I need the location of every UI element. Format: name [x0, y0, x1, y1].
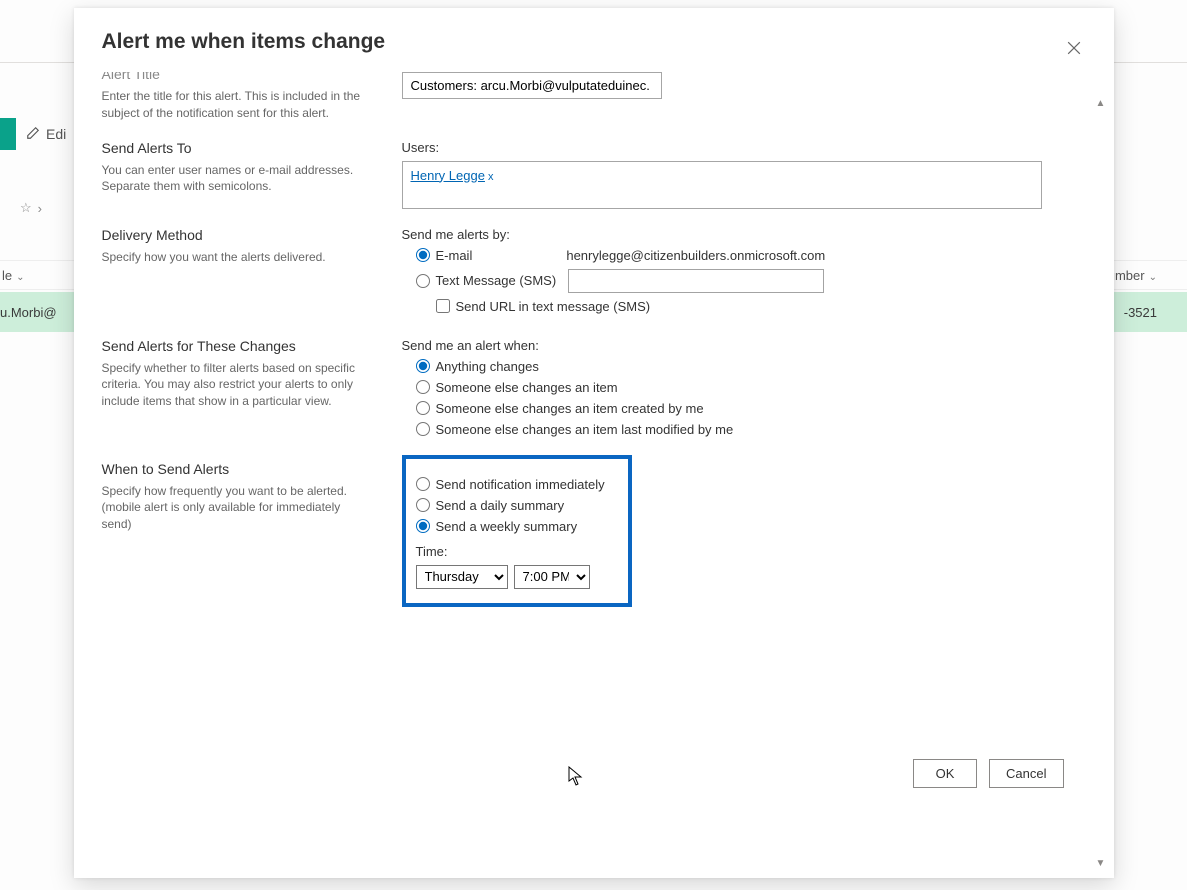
people-chip[interactable]: Henry Legge — [411, 168, 485, 183]
dialog-footer: OK Cancel — [913, 759, 1063, 788]
section-when: When to Send Alerts Specify how frequent… — [102, 447, 1078, 611]
checkbox-send-url[interactable] — [436, 299, 450, 313]
radio-someone-item[interactable] — [416, 380, 430, 394]
dialog-title: Alert me when items change — [74, 8, 1114, 72]
scroll-down-icon[interactable]: ▼ — [1092, 854, 1110, 872]
select-day[interactable]: Thursday — [416, 565, 508, 589]
section-heading: Delivery Method — [102, 227, 372, 243]
users-people-picker[interactable]: Henry Leggex — [402, 161, 1042, 209]
radio-someone-created[interactable] — [416, 401, 430, 415]
section-send-to: Send Alerts To You can enter user names … — [102, 126, 1078, 213]
radio-anything[interactable] — [416, 359, 430, 373]
section-description: You can enter user names or e-mail addre… — [102, 162, 372, 196]
alert-title-input[interactable] — [402, 72, 662, 99]
section-heading: Send Alerts To — [102, 140, 372, 156]
radio-email-label: E-mail — [436, 248, 473, 263]
email-address-value: henrylegge@citizenbuilders.onmicrosoft.c… — [566, 248, 825, 263]
radio-immediately[interactable] — [416, 477, 430, 491]
radio-daily[interactable] — [416, 498, 430, 512]
alert-dialog: Alert me when items change Alert Title E… — [74, 8, 1114, 878]
radio-sms-label: Text Message (SMS) — [436, 273, 557, 288]
section-description: Specify whether to filter alerts based o… — [102, 360, 372, 410]
section-alert-title: Alert Title Enter the title for this ale… — [102, 72, 1078, 126]
scrollbar[interactable]: ▲ ▼ — [1092, 94, 1110, 872]
radio-someone-modified-label: Someone else changes an item last modifi… — [436, 422, 734, 437]
radio-email[interactable] — [416, 248, 430, 262]
scroll-up-icon[interactable]: ▲ — [1092, 94, 1110, 112]
radio-anything-label: Anything changes — [436, 359, 539, 374]
radio-weekly[interactable] — [416, 519, 430, 533]
section-heading: Alert Title — [102, 72, 372, 82]
section-heading: When to Send Alerts — [102, 461, 372, 477]
dialog-body: Alert Title Enter the title for this ale… — [74, 72, 1114, 812]
time-label: Time: — [416, 544, 448, 559]
modal-overlay: Alert me when items change Alert Title E… — [0, 0, 1187, 890]
radio-sms[interactable] — [416, 274, 430, 288]
section-delivery: Delivery Method Specify how you want the… — [102, 213, 1078, 324]
section-description: Specify how you want the alerts delivere… — [102, 249, 372, 266]
radio-someone-item-label: Someone else changes an item — [436, 380, 618, 395]
people-chip-remove[interactable]: x — [488, 171, 494, 183]
close-button[interactable] — [1064, 38, 1088, 62]
users-label: Users: — [402, 140, 1078, 155]
checkbox-send-url-label: Send URL in text message (SMS) — [456, 299, 651, 314]
close-icon — [1064, 38, 1084, 58]
radio-immediately-label: Send notification immediately — [436, 477, 605, 492]
radio-daily-label: Send a daily summary — [436, 498, 565, 513]
radio-someone-modified[interactable] — [416, 422, 430, 436]
section-heading: Send Alerts for These Changes — [102, 338, 372, 354]
changes-group-label: Send me an alert when: — [402, 338, 1078, 353]
section-changes: Send Alerts for These Changes Specify wh… — [102, 324, 1078, 447]
section-description: Specify how frequently you want to be al… — [102, 483, 372, 533]
sms-number-input[interactable] — [568, 269, 824, 293]
delivery-group-label: Send me alerts by: — [402, 227, 1078, 242]
section-description: Enter the title for this alert. This is … — [102, 88, 372, 122]
radio-someone-created-label: Someone else changes an item created by … — [436, 401, 704, 416]
cancel-button[interactable]: Cancel — [989, 759, 1063, 788]
select-hour[interactable]: 7:00 PM — [514, 565, 590, 589]
when-highlight-box: Send notification immediately Send a dai… — [402, 455, 632, 607]
ok-button[interactable]: OK — [913, 759, 977, 788]
radio-weekly-label: Send a weekly summary — [436, 519, 578, 534]
